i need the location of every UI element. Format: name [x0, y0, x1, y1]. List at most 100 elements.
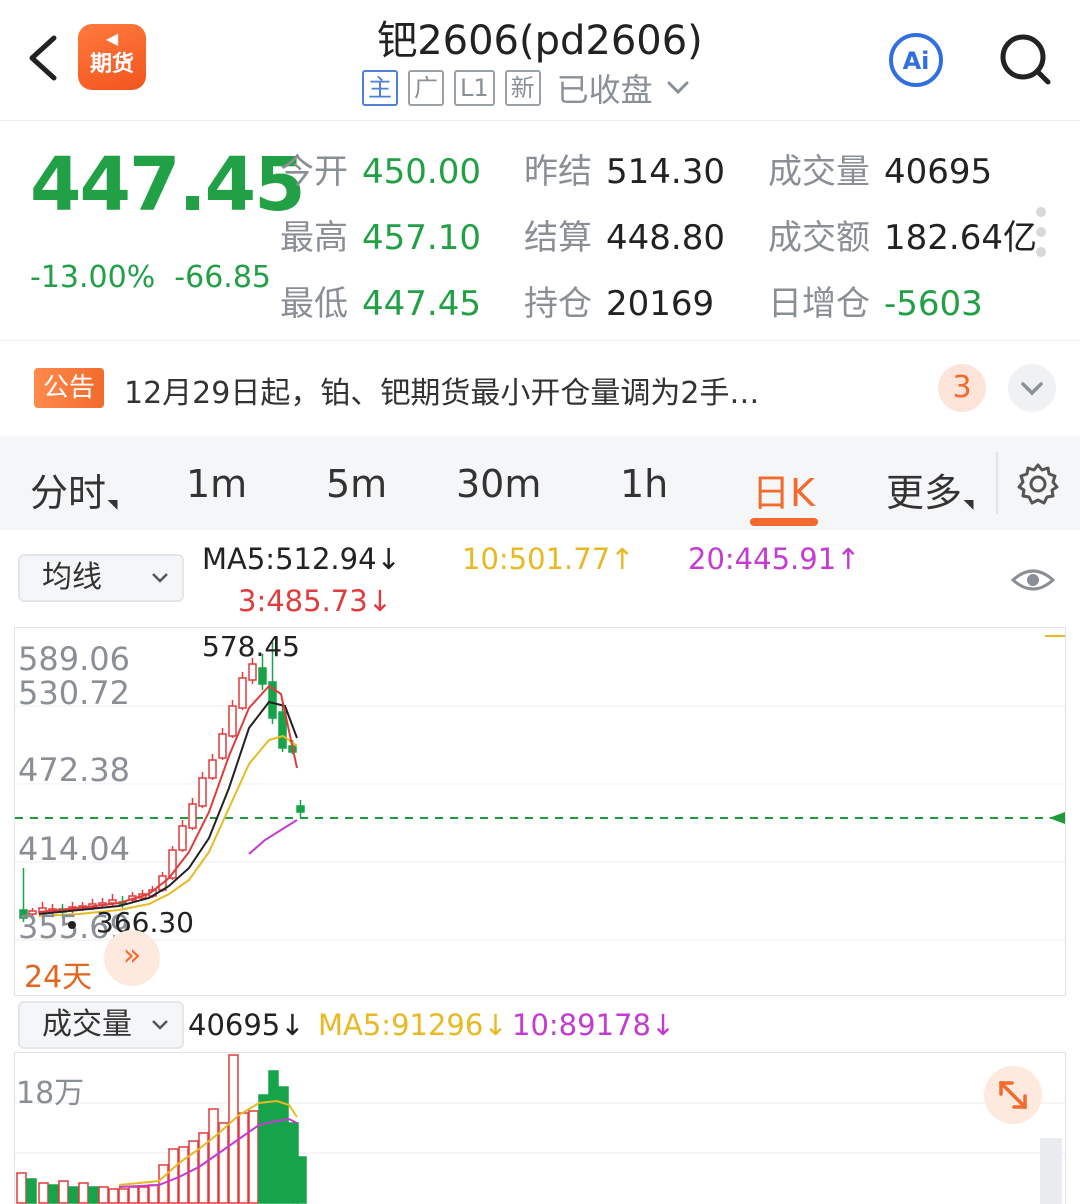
tab-daily-k[interactable]: 日K — [752, 462, 815, 517]
candle-body — [296, 805, 305, 813]
volume-bar — [128, 1186, 139, 1204]
volume-bar — [48, 1184, 59, 1204]
notice-expand-button[interactable] — [1008, 364, 1056, 412]
fast-forward-button[interactable]: » — [104, 930, 160, 986]
tag-guang[interactable]: 广 — [408, 70, 444, 106]
candle-body — [238, 677, 247, 709]
search-icon[interactable] — [996, 30, 1056, 90]
ma3-value: 3:485.73↓ — [238, 584, 392, 618]
volume-bar — [16, 1172, 27, 1204]
quote-value: 514.30 — [606, 152, 725, 192]
volume-bar — [258, 1094, 269, 1204]
volume-bar — [98, 1186, 109, 1204]
quote-value: 448.80 — [606, 218, 725, 258]
quote-label: 最高 — [280, 218, 348, 258]
ma10-value: 10:501.77↑ — [462, 542, 635, 576]
tab-5m[interactable]: 5m — [326, 462, 387, 506]
days-count: 24天 — [24, 960, 93, 995]
tab-30m[interactable]: 30m — [456, 462, 541, 506]
y-axis-label: 472.38 — [18, 751, 130, 789]
candle-body — [278, 711, 287, 749]
volume-bar — [38, 1182, 49, 1204]
volume-bar — [148, 1184, 159, 1204]
fullscreen-button[interactable] — [984, 1066, 1042, 1124]
quote-value: 450.00 — [362, 152, 481, 192]
candle-body — [178, 825, 187, 851]
expand-arrows-icon — [999, 1081, 1027, 1109]
eye-icon[interactable] — [1010, 560, 1056, 600]
chevron-down-icon[interactable] — [663, 73, 693, 103]
candle-body — [198, 777, 207, 807]
ma3-line — [38, 684, 298, 913]
volume-value: 40695↓ — [188, 1008, 305, 1042]
volume-bar — [218, 1122, 229, 1204]
quote-low: 最低 447.45 — [280, 276, 481, 325]
volume-bar — [296, 1156, 307, 1204]
dropdown-triangle-icon — [963, 495, 979, 510]
quote-label: 成交额 — [768, 218, 870, 258]
quote-label: 日增仓 — [768, 284, 870, 324]
notice-bar[interactable]: 公告 12月29日起，铂、钯期货最小开仓量调为2手… 3 — [0, 342, 1080, 434]
quote-label: 今开 — [280, 152, 348, 192]
kline-canvas[interactable] — [15, 628, 1065, 995]
ma20-line — [248, 819, 298, 855]
volume-chart[interactable] — [14, 1052, 1066, 1204]
contract-tags[interactable]: 主 广 L1 新 已收盘 — [362, 68, 693, 109]
ai-assistant-icon[interactable]: Ai — [888, 32, 944, 88]
tab-intraday[interactable]: 分时 — [30, 462, 123, 517]
last-price: 447.45 — [30, 142, 306, 228]
candle-body — [188, 803, 197, 829]
tag-new[interactable]: 新 — [504, 70, 541, 106]
quote-open: 今开 450.00 — [280, 144, 481, 193]
quote-settle: 结算 448.80 — [524, 210, 725, 259]
period-tabs: 分时 1m 5m 30m 1h 日K 更多 — [0, 436, 1080, 530]
high-price-label: 578.45 — [202, 630, 300, 663]
tag-l1[interactable]: L1 — [454, 70, 495, 106]
candle-body — [258, 667, 267, 685]
volume-bar — [78, 1182, 89, 1204]
volume-canvas[interactable] — [15, 1053, 1065, 1204]
volume-selector[interactable]: 成交量 — [18, 1001, 184, 1049]
notice-text[interactable]: 12月29日起，铂、钯期货最小开仓量调为2手… — [124, 368, 759, 412]
quote-value: 447.45 — [362, 284, 481, 324]
quote-label: 持仓 — [524, 284, 592, 324]
volume-bar — [118, 1188, 129, 1204]
gear-icon[interactable] — [1016, 462, 1060, 506]
volume-bar — [228, 1054, 239, 1204]
scroll-handle[interactable] — [1040, 1138, 1062, 1204]
volume-y-label: 18万 — [16, 1076, 85, 1111]
active-tab-indicator — [750, 518, 818, 526]
quote-label: 昨结 — [524, 152, 592, 192]
volume-selector-label: 成交量 — [42, 1007, 132, 1042]
volume-bar — [248, 1110, 259, 1204]
change-amount: -66.85 — [174, 260, 272, 295]
chevron-down-icon — [1021, 382, 1043, 396]
notice-count-badge[interactable]: 3 — [938, 364, 986, 412]
quote-divider — [0, 340, 1080, 341]
notice-badge: 公告 — [34, 368, 104, 408]
chevron-down-icon — [152, 1020, 168, 1030]
tab-1m[interactable]: 1m — [186, 462, 247, 506]
ma-selector[interactable]: 均线 — [18, 554, 184, 602]
candle-body — [218, 733, 227, 759]
quote-value: 457.10 — [362, 218, 481, 258]
tab-1h[interactable]: 1h — [620, 462, 668, 506]
market-status: 已收盘 — [556, 71, 653, 109]
volume-bar — [68, 1186, 79, 1204]
top-bar: ◀ 期货 钯2606(pd2606) 主 广 L1 新 已收盘 Ai — [0, 0, 1080, 120]
volume-bar — [238, 1112, 249, 1204]
volume-bar — [58, 1180, 69, 1204]
quote-turnover: 成交额 182.64亿 — [768, 210, 1037, 259]
more-dots-icon[interactable] — [1034, 204, 1048, 260]
chevron-down-icon — [152, 573, 168, 583]
tab-separator — [996, 452, 998, 514]
volume-bar — [168, 1148, 179, 1204]
quote-oi-change: 日增仓 -5603 — [768, 276, 983, 325]
kline-chart[interactable] — [14, 627, 1066, 996]
candle-body — [208, 759, 217, 779]
tag-main[interactable]: 主 — [362, 70, 398, 106]
tab-more[interactable]: 更多 — [886, 462, 979, 517]
y-axis-label: 414.04 — [18, 830, 130, 868]
volume-bar — [26, 1178, 37, 1204]
ma5-line — [38, 700, 298, 915]
